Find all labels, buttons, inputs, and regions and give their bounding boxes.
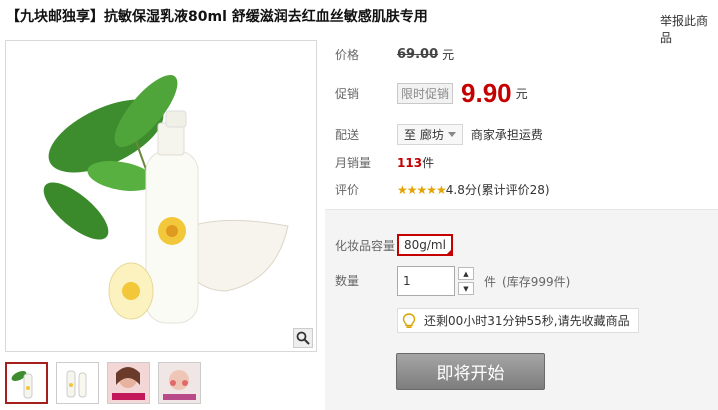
- shipping-row: 配送 至 廊坊 商家承担运费: [335, 124, 543, 145]
- shipping-label: 配送: [335, 128, 360, 142]
- quantity-unit: 件: [484, 274, 497, 289]
- thumbnail-1[interactable]: [5, 362, 48, 404]
- monthly-sales-count: 113: [397, 155, 423, 170]
- thumbnail-3[interactable]: [107, 362, 150, 404]
- rating-stars: ★★★★★: [397, 182, 447, 197]
- rating-score: 4.8分: [445, 183, 477, 197]
- rating-label: 评价: [335, 183, 360, 197]
- quantity-stepper: ▲ ▼: [458, 267, 474, 295]
- promo-currency: 元: [515, 87, 528, 101]
- price-label: 价格: [335, 48, 360, 62]
- monthly-sales-unit: 件: [422, 156, 435, 170]
- capacity-option-label: 80g/ml: [404, 238, 446, 252]
- monthly-sales-row: 月销量 113 件: [335, 154, 434, 171]
- capacity-row: 化妆品容量 80g/ml: [335, 234, 453, 256]
- quantity-input[interactable]: 1: [397, 266, 455, 296]
- price-row: 价格 69.00 元: [335, 46, 454, 63]
- promo-row: 促销 限时促销 9.90 元: [335, 78, 528, 109]
- buy-button[interactable]: 即将开始: [396, 353, 545, 390]
- thumbnail-4[interactable]: [158, 362, 201, 404]
- chevron-down-icon: [447, 131, 456, 137]
- spin-down-icon[interactable]: ▼: [458, 282, 474, 295]
- zoom-icon: [296, 331, 310, 345]
- promo-label: 促销: [335, 87, 360, 101]
- capacity-label: 化妆品容量: [335, 238, 396, 253]
- zoom-button[interactable]: [293, 328, 313, 348]
- stock-text: (库存999件): [502, 274, 571, 289]
- price-currency: 元: [442, 48, 455, 62]
- rating-count-link[interactable]: (累计评价28): [477, 181, 550, 198]
- spin-up-icon[interactable]: ▲: [458, 267, 474, 280]
- monthly-sales-label: 月销量: [335, 156, 372, 170]
- promo-tag: 限时促销: [397, 83, 454, 104]
- shipping-destination: 至 廊坊: [404, 128, 444, 142]
- thumbnail-2[interactable]: [56, 362, 99, 404]
- product-photo: [43, 75, 289, 324]
- notice-row: 还剩00小时31分钟55秒,请先收藏商品: [397, 308, 639, 333]
- promo-price: 9.90: [461, 78, 512, 108]
- selected-check-icon: [444, 248, 453, 256]
- countdown-text: 还剩00小时31分钟55秒,请先收藏商品: [424, 314, 630, 328]
- report-link[interactable]: 举报此商品: [660, 12, 718, 46]
- lightbulb-icon: [402, 312, 416, 328]
- quantity-label: 数量: [335, 274, 360, 288]
- capacity-option-selected[interactable]: 80g/ml: [397, 234, 453, 256]
- thumbnail-strip: [5, 362, 201, 404]
- quantity-row: 数量 1 ▲ ▼ 件 (库存999件): [335, 266, 570, 296]
- rating-row: 评价 ★★★★★ 4.8分 (累计评价28): [335, 181, 550, 198]
- countdown-notice: 还剩00小时31分钟55秒,请先收藏商品: [397, 308, 639, 333]
- original-price: 69.00: [397, 47, 439, 62]
- shipping-note: 商家承担运费: [470, 128, 543, 142]
- main-product-image[interactable]: [5, 40, 317, 352]
- purchase-panel: 化妆品容量 80g/ml 数量 1 ▲ ▼ 件 (库存999件) 还剩00小时3…: [325, 209, 718, 410]
- product-title: 【九块邮独享】抗敏保湿乳液80ml 舒缓滋润去红血丝敏感肌肤专用: [6, 9, 428, 25]
- shipping-destination-select[interactable]: 至 廊坊: [397, 124, 463, 145]
